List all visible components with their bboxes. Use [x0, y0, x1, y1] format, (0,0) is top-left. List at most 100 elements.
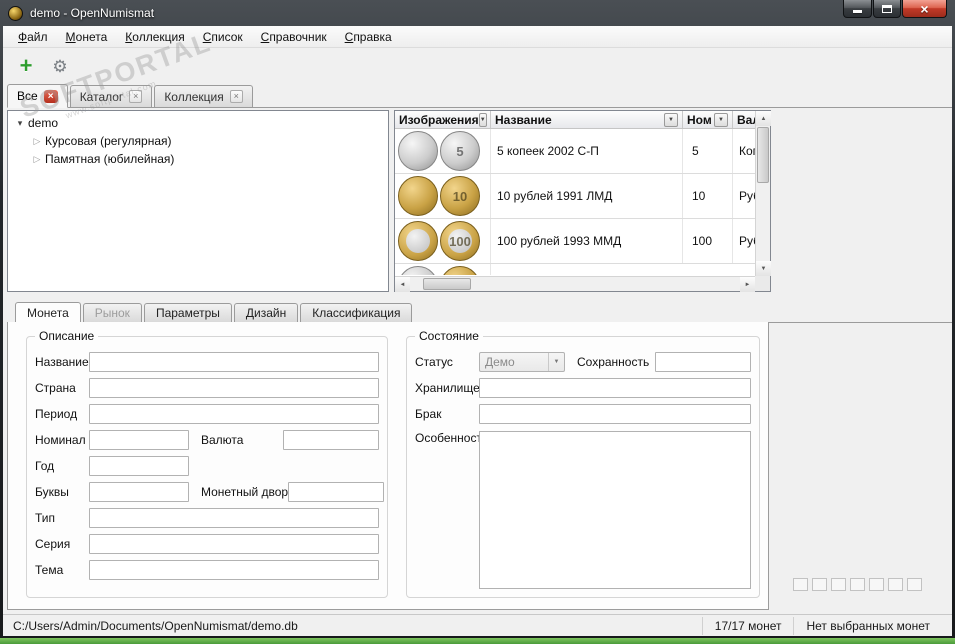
coin-title-cell: 100 рублей 1993 ММД	[491, 219, 683, 263]
scroll-right-icon[interactable]: ►	[740, 277, 755, 292]
gear-icon: ⚙	[52, 56, 68, 76]
filter-button-title[interactable]: ▼	[664, 112, 678, 127]
menu-collection[interactable]: Коллекция	[116, 27, 193, 47]
image-slot	[812, 578, 827, 591]
type-input[interactable]	[89, 508, 379, 528]
column-header-nominal[interactable]: Ном ▼	[683, 111, 733, 128]
letters-label: Буквы	[35, 485, 69, 499]
coin-reverse-image: 100	[440, 221, 480, 261]
menu-list[interactable]: Список	[194, 27, 252, 47]
list-tab-bar: Все × Каталог × Коллекция ×	[7, 84, 952, 108]
period-input[interactable]	[89, 404, 379, 424]
table-horizontal-scrollbar[interactable]: ◄ ►	[395, 276, 755, 292]
close-button[interactable]: ×	[902, 0, 947, 18]
tab-catalog-close-icon[interactable]: ×	[129, 90, 143, 103]
tab-all[interactable]: Все ×	[7, 84, 68, 108]
column-header-images[interactable]: Изображения ▼	[395, 111, 491, 128]
table-row-partial[interactable]	[395, 264, 755, 275]
coin-obverse-image	[398, 131, 438, 171]
column-header-currency[interactable]: Вал	[733, 111, 755, 128]
tree-item-commemorative[interactable]: ▷ Памятная (юбилейная)	[8, 150, 388, 168]
country-input[interactable]	[89, 378, 379, 398]
features-textarea[interactable]	[479, 431, 751, 589]
image-slot	[793, 578, 808, 591]
menu-reference[interactable]: Справочник	[252, 27, 336, 47]
minimize-button[interactable]	[843, 0, 872, 18]
coin-images-cell: 10	[395, 174, 491, 218]
grade-input[interactable]	[655, 352, 751, 372]
name-input[interactable]	[89, 352, 379, 372]
tab-coin[interactable]: Монета	[15, 302, 81, 323]
tree-root-label: demo	[28, 116, 59, 130]
tab-catalog[interactable]: Каталог ×	[69, 85, 153, 107]
grade-label: Сохранность	[577, 355, 650, 369]
tree-collapsed-icon[interactable]: ▷	[31, 154, 43, 165]
coin-obverse-image	[398, 266, 438, 275]
series-label: Серия	[35, 537, 71, 551]
maximize-button[interactable]	[873, 0, 901, 18]
coin-table: Изображения ▼ Название ▼ Ном ▼ Вал	[394, 110, 771, 292]
horizontal-scroll-thumb[interactable]	[423, 278, 471, 290]
coin-nominal-cell: 5	[683, 129, 733, 173]
series-input[interactable]	[89, 534, 379, 554]
table-row[interactable]: 5 5 копеек 2002 С-П 5 Коп	[395, 129, 755, 174]
image-slot	[888, 578, 903, 591]
scroll-up-icon[interactable]: ▲	[756, 111, 771, 126]
tree-item-regular[interactable]: ▷ Курсовая (регулярная)	[8, 132, 388, 150]
database-path: C:/Users/Admin/Documents/OpenNumismat/de…	[13, 618, 298, 633]
vertical-scroll-thumb[interactable]	[757, 127, 769, 183]
titlebar[interactable]: demo - OpenNumismat ×	[0, 0, 955, 26]
state-group-title: Состояние	[415, 329, 483, 343]
tab-collection[interactable]: Коллекция ×	[154, 85, 253, 107]
window-title: demo - OpenNumismat	[30, 6, 155, 20]
nominal-input[interactable]	[89, 430, 189, 450]
tab-parameters[interactable]: Параметры	[143, 303, 232, 322]
theme-input[interactable]	[89, 560, 379, 580]
year-input[interactable]	[89, 456, 189, 476]
table-row[interactable]: 10 10 рублей 1991 ЛМД 10 Руб	[395, 174, 755, 219]
table-vertical-scrollbar[interactable]: ▲ ▼	[755, 111, 771, 276]
image-slot-row	[793, 578, 922, 591]
tree-expanded-icon[interactable]: ▾	[14, 118, 26, 129]
coin-reverse-image: 10	[440, 176, 480, 216]
currency-input[interactable]	[283, 430, 379, 450]
menu-coin[interactable]: Монета	[57, 27, 117, 47]
coin-currency-cell: Руб	[739, 234, 755, 248]
name-label: Название	[35, 355, 89, 369]
column-header-title[interactable]: Название ▼	[491, 111, 683, 128]
minimize-icon	[853, 10, 862, 13]
tab-all-close-icon[interactable]: ×	[43, 89, 58, 103]
storage-input[interactable]	[479, 378, 751, 398]
window-content: Файл Монета Коллекция Список Справочник …	[3, 26, 952, 636]
combo-arrow-icon: ▼	[548, 353, 564, 371]
window-bottom-edge	[0, 638, 955, 644]
letters-input[interactable]	[89, 482, 189, 502]
tab-collection-close-icon[interactable]: ×	[229, 90, 243, 103]
table-row[interactable]: 100 100 рублей 1993 ММД 100 Руб	[395, 219, 755, 264]
filter-button-images[interactable]: ▼	[478, 112, 487, 127]
currency-label: Валюта	[201, 433, 244, 447]
features-label: Особенности	[415, 431, 489, 445]
image-slot	[831, 578, 846, 591]
close-icon: ×	[920, 0, 929, 17]
scroll-down-icon[interactable]: ▼	[756, 261, 771, 276]
settings-button[interactable]: ⚙	[47, 53, 73, 79]
image-slot	[869, 578, 884, 591]
tab-classification[interactable]: Классификация	[300, 303, 413, 322]
scroll-left-icon[interactable]: ◄	[395, 277, 410, 292]
defect-input[interactable]	[479, 404, 751, 424]
tab-design[interactable]: Дизайн	[233, 303, 299, 322]
menu-help[interactable]: Справка	[336, 27, 401, 47]
tree-item-root[interactable]: ▾ demo	[8, 114, 388, 132]
status-label: Статус	[415, 355, 453, 369]
add-coin-button[interactable]: +	[13, 53, 39, 79]
mint-input[interactable]	[288, 482, 385, 502]
coin-images-cell: 5	[395, 129, 491, 173]
menu-file[interactable]: Файл	[9, 27, 57, 47]
coin-currency-cell: Руб	[739, 189, 755, 203]
filter-button-nominal[interactable]: ▼	[714, 112, 728, 127]
status-combobox[interactable]: Демо ▼	[479, 352, 565, 372]
period-label: Период	[35, 407, 78, 421]
tree-collapsed-icon[interactable]: ▷	[31, 136, 43, 147]
tree-regular-label: Курсовая (регулярная)	[45, 134, 172, 148]
